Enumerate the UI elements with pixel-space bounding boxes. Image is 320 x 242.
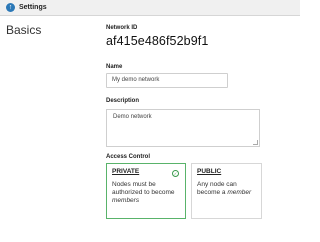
public-title: PUBLIC — [197, 168, 222, 175]
settings-header: ↑ Settings — [0, 0, 300, 16]
section-title: Basics — [6, 23, 42, 37]
public-description: Any node can become a member — [197, 181, 252, 196]
name-input[interactable]: My demo network — [106, 73, 228, 88]
network-id-label: Network ID — [106, 25, 138, 31]
description-textarea[interactable]: Demo network — [106, 109, 260, 147]
description-text: Demo network — [113, 114, 152, 120]
checkmark-icon: ✓ — [172, 170, 179, 177]
description-label: Description — [106, 98, 140, 104]
resize-handle-icon[interactable] — [253, 140, 258, 145]
access-option-public[interactable]: PUBLIC Any node can become a member — [191, 163, 262, 219]
settings-title: Settings — [19, 4, 47, 11]
name-label: Name — [106, 64, 123, 70]
access-control-label: Access Control — [106, 154, 151, 160]
private-description: Nodes must be authorized to become membe… — [112, 181, 175, 204]
arrow-up-icon[interactable]: ↑ — [6, 3, 15, 12]
access-option-private[interactable]: PRIVATE ✓ Nodes must be authorized to be… — [106, 163, 186, 219]
private-title: PRIVATE — [112, 168, 140, 175]
network-id-value: af415e486f52b9f1 — [106, 34, 209, 48]
